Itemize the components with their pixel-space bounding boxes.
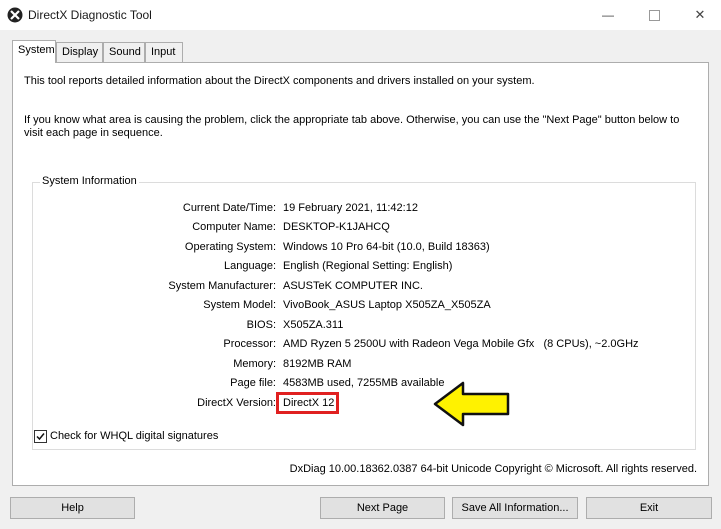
- info-value: English (Regional Setting: English): [283, 260, 453, 272]
- maximize-button[interactable]: [631, 0, 677, 30]
- tab-system[interactable]: System: [12, 40, 56, 63]
- info-value: AMD Ryzen 5 2500U with Radeon Vega Mobil…: [283, 338, 639, 350]
- info-label: DirectX Version:: [197, 397, 276, 409]
- info-value: ASUSTeK COMPUTER INC.: [283, 280, 423, 292]
- help-button[interactable]: Help: [10, 497, 135, 519]
- info-value: 8192MB RAM: [283, 358, 352, 370]
- copyright-text: DxDiag 10.00.18362.0387 64-bit Unicode C…: [289, 463, 697, 475]
- next-page-button[interactable]: Next Page: [320, 497, 445, 519]
- whql-checkbox-label: Check for WHQL digital signatures: [50, 430, 219, 442]
- yellow-arrow-annotation: [433, 381, 510, 427]
- info-label: Operating System:: [184, 241, 276, 253]
- exit-button[interactable]: Exit: [586, 497, 712, 519]
- instructions-text: If you know what area is causing the pro…: [24, 114, 680, 139]
- tab-input[interactable]: Input: [145, 42, 183, 62]
- group-label: System Information: [40, 175, 139, 187]
- directx-version-highlight: [276, 392, 339, 414]
- tab-display[interactable]: Display: [56, 42, 103, 62]
- window-title: DirectX Diagnostic Tool: [28, 8, 152, 22]
- whql-checkbox[interactable]: [34, 430, 47, 443]
- info-label: Current Date/Time:: [182, 202, 276, 214]
- info-value: Windows 10 Pro 64-bit (10.0, Build 18363…: [283, 241, 490, 253]
- system-information-group: System Information Current Date/Time: 19…: [32, 175, 696, 450]
- close-button[interactable]: ✕: [677, 0, 721, 30]
- info-value: X505ZA.311: [283, 319, 344, 331]
- info-label: Memory:: [233, 358, 276, 370]
- info-label: Processor:: [223, 338, 276, 350]
- info-label: System Model:: [203, 299, 276, 311]
- intro-text: This tool reports detailed information a…: [24, 75, 535, 87]
- info-label: System Manufacturer:: [168, 280, 276, 292]
- checkmark-icon: [36, 433, 45, 441]
- maximize-icon: [648, 10, 660, 22]
- info-label: Page file:: [230, 377, 276, 389]
- info-label: Computer Name:: [192, 221, 276, 233]
- directx-app-icon: [7, 7, 23, 23]
- info-value: DESKTOP-K1JAHCQ: [283, 221, 390, 233]
- info-value: 19 February 2021, 11:42:12: [283, 202, 418, 214]
- minimize-button[interactable]: —: [585, 0, 631, 30]
- info-value: VivoBook_ASUS Laptop X505ZA_X505ZA: [283, 299, 491, 311]
- info-value: 4583MB used, 7255MB available: [283, 377, 445, 389]
- tab-sound[interactable]: Sound: [103, 42, 145, 62]
- system-tab-panel: This tool reports detailed information a…: [12, 62, 709, 486]
- info-label: BIOS:: [246, 319, 276, 331]
- save-all-information-button[interactable]: Save All Information...: [452, 497, 578, 519]
- title-bar: DirectX Diagnostic Tool — ✕: [0, 0, 721, 30]
- info-label: Language:: [224, 260, 276, 272]
